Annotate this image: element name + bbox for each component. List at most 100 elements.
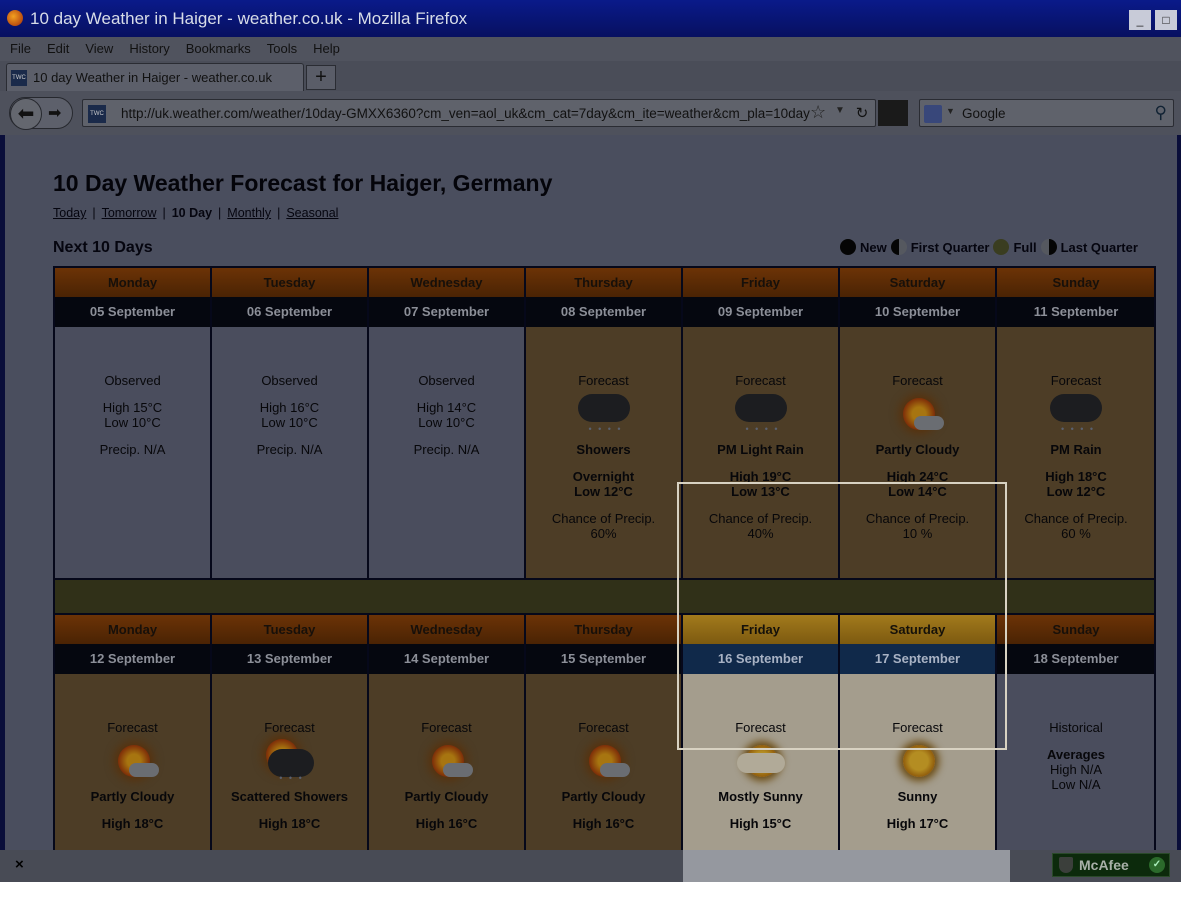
menu-edit[interactable]: Edit (47, 37, 69, 61)
page-content: 10 Day Weather Forecast for Haiger, Germ… (5, 135, 1177, 856)
condition: Mostly Sunny (718, 789, 803, 804)
cell-label: Observed (418, 373, 475, 388)
cell-label: Forecast (1050, 373, 1102, 388)
day-header: Saturday (840, 268, 997, 297)
highlight-overlay (683, 850, 1010, 883)
precip: Precip. N/A (413, 442, 480, 457)
forward-button[interactable]: ➡ (48, 103, 61, 123)
high-temp: High 16°C (572, 816, 635, 831)
subnav-separator: | (92, 206, 96, 220)
day-cell: Observed High 15°C Low 10°C Precip. N/A (55, 327, 212, 578)
date-cell: 05 September (55, 297, 212, 327)
high-temp: High 15°C (102, 400, 163, 415)
page-title: 10 Day Weather Forecast for Haiger, Germ… (53, 170, 553, 196)
mostly-sunny-icon (729, 735, 793, 789)
high-temp: High 18°C (101, 816, 164, 831)
precip-chance: 60 % (1061, 526, 1091, 541)
site-identity-icon[interactable]: TWC (88, 105, 106, 123)
subnav-separator: | (218, 206, 222, 220)
high-temp: Overnight (572, 469, 635, 484)
week-separator (55, 578, 1154, 615)
day-cell: Forecast • • • • PM Rain High 18°C Low 1… (997, 327, 1154, 578)
feed-icon[interactable] (878, 100, 908, 126)
day-header: Tuesday (212, 268, 369, 297)
day-header: Wednesday (369, 268, 526, 297)
precip-label: Chance of Precip. (865, 511, 970, 526)
day-cell: Forecast Partly Cloudy High 18°C (55, 674, 212, 854)
url-dropdown-icon[interactable]: ▼ (835, 105, 845, 116)
date-cell: 06 September (212, 297, 369, 327)
link-monthly[interactable]: Monthly (227, 206, 271, 220)
search-engine-dropdown-icon[interactable]: ▼ (946, 106, 955, 116)
link-tomorrow[interactable]: Tomorrow (102, 206, 157, 220)
date-cell: 14 September (369, 644, 526, 674)
date-cell: 07 September (369, 297, 526, 327)
tab-bar: TWC 10 day Weather in Haiger - weather.c… (0, 61, 1181, 91)
high-temp: High 19°C (729, 469, 792, 484)
precip: Precip. N/A (99, 442, 166, 457)
precip-chance: 40% (747, 526, 774, 541)
low-temp: Low 12°C (574, 484, 633, 499)
date-cell: 17 September (840, 644, 997, 674)
partly-cloudy-icon (886, 388, 950, 442)
url-text[interactable]: http://uk.weather.com/weather/10day-GMXX… (121, 100, 810, 128)
partly-cloudy-icon (572, 735, 636, 789)
week1-date-row: 05 September 06 September 07 September 0… (55, 297, 1154, 327)
navigation-bar: ⬅ ➡ TWC http://uk.weather.com/weather/10… (0, 91, 1181, 135)
day-cell: Forecast • • • • PM Light Rain High 19°C… (683, 327, 840, 578)
menu-help[interactable]: Help (313, 37, 340, 61)
moon-full-label: Full (1013, 239, 1037, 255)
new-tab-button[interactable]: + (306, 65, 336, 90)
search-icon[interactable]: ⚲ (1155, 103, 1167, 123)
check-icon: ✓ (1149, 857, 1165, 873)
forecast-grid: Monday Tuesday Wednesday Thursday Friday… (53, 266, 1156, 856)
day-cell: Forecast Partly Cloudy High 24°C Low 14°… (840, 327, 997, 578)
menu-tools[interactable]: Tools (267, 37, 297, 61)
search-input[interactable]: Google (962, 100, 1006, 128)
url-bar[interactable]: TWC http://uk.weather.com/weather/10day-… (82, 99, 876, 127)
title-bar: 10 day Weather in Haiger - weather.co.uk… (0, 0, 1181, 37)
day-cell: Forecast Mostly Sunny High 15°C (683, 674, 840, 854)
section-heading: Next 10 Days (53, 239, 153, 256)
mcafee-shield-icon (1059, 857, 1073, 873)
cell-label: Forecast (892, 720, 943, 735)
date-cell: 15 September (526, 644, 683, 674)
menu-file[interactable]: File (10, 37, 31, 61)
menu-history[interactable]: History (129, 37, 169, 61)
search-bar[interactable]: ▼ Google ⚲ (919, 99, 1174, 127)
window-title: 10 day Weather in Haiger - weather.co.uk… (30, 9, 468, 28)
minimize-button[interactable]: _ (1129, 10, 1151, 30)
bookmark-star-icon[interactable]: ☆ (810, 102, 826, 123)
day-cell: Historical Averages High N/A Low N/A (997, 674, 1154, 854)
scattered-showers-icon: • • • (258, 735, 322, 789)
back-button[interactable]: ⬅ (10, 98, 42, 130)
moon-phase-legend: New First Quarter Full Last Quarter (840, 239, 1138, 255)
day-header: Sunday (997, 268, 1154, 297)
search-engine-icon[interactable] (924, 105, 942, 123)
link-today[interactable]: Today (53, 206, 86, 220)
cell-label: Forecast (421, 720, 472, 735)
high-temp: High 15°C (729, 816, 792, 831)
close-icon[interactable]: × (15, 856, 24, 873)
condition: Showers (576, 442, 631, 457)
menu-bookmarks[interactable]: Bookmarks (186, 37, 251, 61)
partly-cloudy-icon (415, 735, 479, 789)
tab-weather[interactable]: TWC 10 day Weather in Haiger - weather.c… (6, 63, 304, 91)
day-cell: Forecast Partly Cloudy High 16°C (526, 674, 683, 854)
date-cell: 13 September (212, 644, 369, 674)
cell-label: Forecast (264, 720, 315, 735)
day-header: Saturday (840, 615, 997, 644)
maximize-button[interactable]: □ (1155, 10, 1177, 30)
rain-cloud-icon: • • • • (572, 388, 636, 442)
last-quarter-moon-icon (1040, 239, 1057, 255)
day-header: Friday (683, 268, 840, 297)
low-temp: Low N/A (1051, 777, 1101, 792)
mcafee-badge[interactable]: McAfee ✓ (1052, 853, 1170, 877)
link-seasonal[interactable]: Seasonal (286, 206, 338, 220)
menu-view[interactable]: View (85, 37, 113, 61)
day-header: Tuesday (212, 615, 369, 644)
subnav-separator: | (162, 206, 166, 220)
twc-favicon-icon: TWC (11, 70, 27, 86)
reload-button[interactable]: ↻ (851, 103, 873, 125)
tab-label: 10 day Weather in Haiger - weather.co.uk (33, 70, 272, 85)
